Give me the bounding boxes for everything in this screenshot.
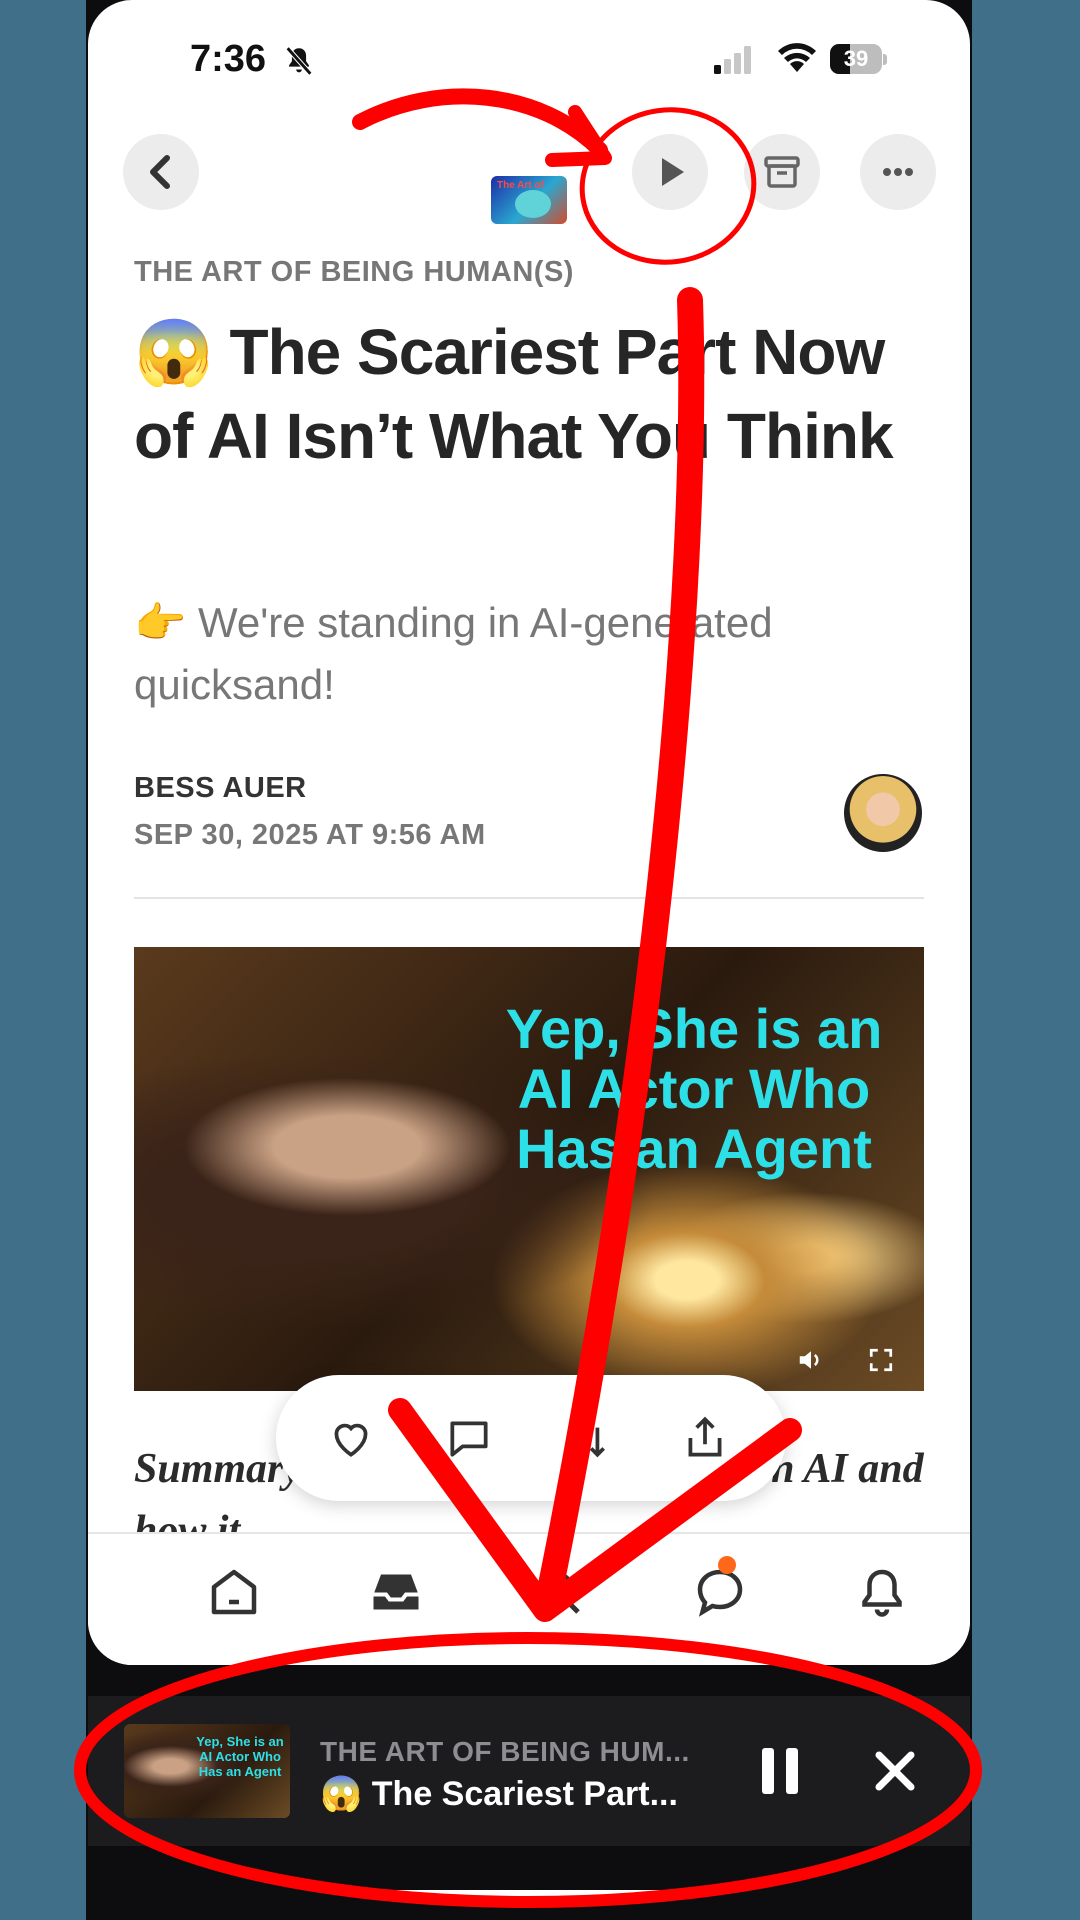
comment-icon[interactable] [444,1413,494,1463]
pause-icon[interactable] [758,1746,802,1796]
publication-name[interactable]: THE ART OF BEING HUMAN(S) [134,256,574,289]
play-button[interactable] [632,134,708,210]
article-subtitle: 👉 We're standing in AI-generated quicksa… [134,599,773,708]
inbox-icon[interactable] [366,1562,426,1622]
bell-icon[interactable] [852,1562,912,1622]
author-avatar[interactable] [844,774,922,852]
home-icon[interactable] [204,1562,264,1622]
archive-icon [764,156,800,188]
play-icon [662,158,684,186]
mini-player[interactable]: Yep, She is an AI Actor Who Has an Agent… [88,1696,970,1846]
author-name[interactable]: BESS AUER [134,772,307,805]
article-title: 😱 The Scariest Part Now of AI Isn’t What… [134,316,894,472]
tab-bar [88,1532,970,1665]
chevron-left-icon [150,155,170,189]
notification-badge [718,1556,736,1574]
video-caption: Yep, She is an AI Actor Who Has an Agent [505,997,883,1180]
status-time: 7:36 [190,38,267,80]
fullscreen-icon[interactable] [868,1347,894,1373]
archive-button[interactable] [744,134,820,210]
player-publication: THE ART OF BEING HUM... [320,1736,690,1767]
publish-date: SEP 30, 2025 AT 9:56 AM [134,819,486,851]
signal-icon [714,46,751,74]
divider [134,897,924,899]
volume-icon[interactable] [796,1345,826,1375]
battery-indicator: 39 [830,44,888,76]
video-player[interactable]: Yep, She is an AI Actor Who Has an Agent [134,947,924,1391]
back-button[interactable] [123,134,199,210]
home-indicator [370,1890,670,1900]
player-thumbnail: Yep, She is an AI Actor Who Has an Agent [124,1724,290,1818]
search-icon[interactable] [528,1562,588,1622]
restack-icon[interactable] [562,1413,612,1463]
bell-slash-icon [285,46,313,76]
more-button[interactable] [860,134,936,210]
share-icon[interactable] [680,1413,730,1463]
article-actions [276,1375,786,1501]
close-icon[interactable] [874,1750,916,1792]
ellipsis-icon [883,168,913,176]
app-screen: 7:36 39 The Art of THE ART OF BEING HUMA… [88,0,970,1665]
heart-icon[interactable] [326,1413,376,1463]
wifi-icon [778,43,816,72]
publication-logo[interactable]: The Art of [491,176,567,224]
player-title: 😱 The Scariest Part... [320,1775,678,1813]
